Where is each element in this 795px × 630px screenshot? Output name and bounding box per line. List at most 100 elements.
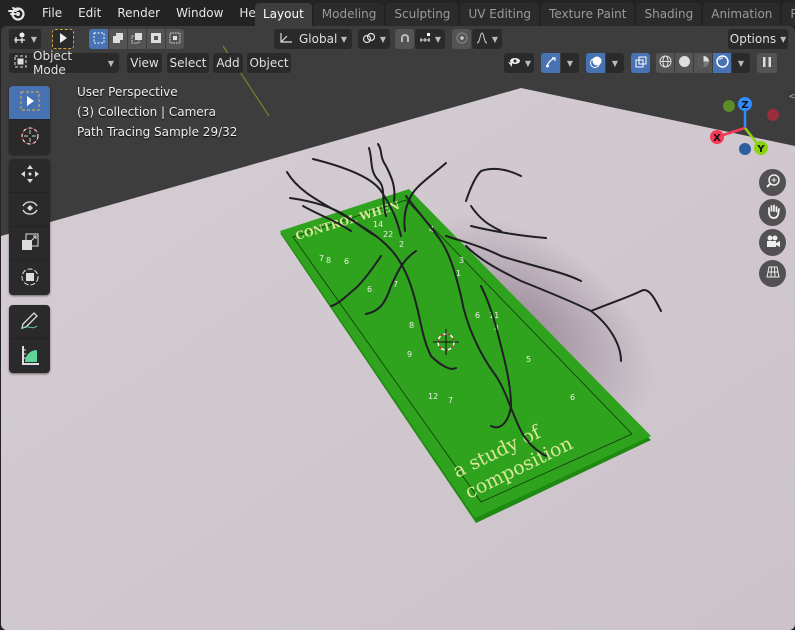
gizmo-x-label: X xyxy=(713,133,721,144)
xray-icon xyxy=(635,56,647,71)
orientation-dropdown[interactable]: ▼ xyxy=(9,29,41,49)
proportional-edit-icon xyxy=(456,32,468,47)
tab-texture-paint[interactable]: Texture Paint xyxy=(541,3,635,26)
pan-view-button[interactable] xyxy=(759,199,786,226)
snap-toggle-button[interactable] xyxy=(395,29,414,49)
board-number: 6 xyxy=(367,285,372,294)
tool-move[interactable] xyxy=(9,159,50,193)
ortho-toggle-button[interactable] xyxy=(759,260,786,287)
tab-rendering[interactable]: Rendering xyxy=(782,3,795,26)
snap-target-dropdown[interactable]: ▼ xyxy=(415,29,445,49)
sidebar-expand-arrow[interactable]: < xyxy=(787,90,795,104)
tool-select-box[interactable] xyxy=(9,86,50,120)
options-dropdown[interactable]: Options ▼ xyxy=(728,29,788,49)
board-number: 6 xyxy=(475,311,480,320)
tab-uv-editing[interactable]: UV Editing xyxy=(460,3,540,26)
tab-sculpting[interactable]: Sculpting xyxy=(386,3,459,26)
tab-layout[interactable]: Layout xyxy=(255,3,312,26)
tool-measure[interactable] xyxy=(9,339,50,373)
overlays-toggle-button[interactable] xyxy=(586,53,605,73)
select-tool-button[interactable] xyxy=(52,29,74,49)
menu-file[interactable]: File xyxy=(34,2,70,24)
gizmo-dropdown[interactable]: ▼ xyxy=(561,53,579,73)
select-mode-intersect-button[interactable] xyxy=(166,29,184,49)
eye-icon xyxy=(507,56,521,71)
gizmo-neg-y[interactable] xyxy=(723,100,735,112)
tool-rotate[interactable] xyxy=(9,193,50,227)
tool-cursor[interactable] xyxy=(9,120,50,154)
shading-dropdown[interactable]: ▼ xyxy=(732,53,750,73)
cursor-arrow-icon xyxy=(58,32,68,47)
select-box-icon xyxy=(19,90,41,115)
menu-window[interactable]: Window xyxy=(168,2,231,24)
visibility-dropdown[interactable]: ▼ xyxy=(504,53,534,73)
board-number: 8 xyxy=(409,321,414,330)
camera-view-button[interactable] xyxy=(759,229,786,256)
transform-orientation-dropdown[interactable]: Global ▼ xyxy=(274,29,352,49)
board-number: 5 xyxy=(526,355,531,364)
select-subtract-icon xyxy=(131,32,143,47)
gizmo-toggle-button[interactable] xyxy=(541,53,560,73)
menu-add[interactable]: Add xyxy=(213,53,243,73)
viewport-header: Object Mode ▼ View Select Add Object ▼ ▼… xyxy=(1,49,795,77)
overlays-icon xyxy=(589,56,602,71)
workspace-tabs: Layout Modeling Sculpting UV Editing Tex… xyxy=(255,3,795,26)
gizmo-neg-z[interactable] xyxy=(739,143,751,155)
transform-icon xyxy=(19,266,41,291)
navigation-gizmo[interactable]: Z X Y xyxy=(701,92,791,162)
select-mode-invert-button[interactable] xyxy=(147,29,165,49)
pivot-point-dropdown[interactable]: ▼ xyxy=(358,29,390,49)
proportional-edit-toggle[interactable] xyxy=(452,29,471,49)
tab-animation[interactable]: Animation xyxy=(703,3,781,26)
board-number: 22 xyxy=(383,230,393,239)
tab-modeling[interactable]: Modeling xyxy=(313,3,385,26)
menu-edit[interactable]: Edit xyxy=(70,2,109,24)
toolbar-group-select xyxy=(9,86,50,154)
blender-logo-icon[interactable] xyxy=(0,0,34,26)
overlays-dropdown[interactable]: ▼ xyxy=(606,53,624,73)
chevron-down-icon: ▼ xyxy=(780,34,787,44)
orientation-icon xyxy=(13,32,27,47)
pause-render-button[interactable] xyxy=(757,53,777,73)
select-mode-set-button[interactable] xyxy=(89,29,108,49)
select-mode-extend-button[interactable] xyxy=(109,29,127,49)
mode-dropdown[interactable]: Object Mode ▼ xyxy=(9,49,119,77)
shading-rendered-button[interactable] xyxy=(713,53,731,73)
select-intersect-icon xyxy=(169,32,181,47)
board-number: 8 xyxy=(326,256,331,265)
camera-icon xyxy=(765,233,781,252)
menu-select[interactable]: Select xyxy=(167,53,209,73)
chevron-down-icon: ▼ xyxy=(524,58,532,68)
tool-scale[interactable] xyxy=(9,227,50,261)
menu-object[interactable]: Object xyxy=(247,53,291,73)
board-number: 9 xyxy=(407,350,412,359)
select-set-icon xyxy=(93,32,105,47)
solid-sphere-icon xyxy=(678,55,691,71)
chevron-down-icon: ▼ xyxy=(340,34,347,44)
gizmo-z-label: Z xyxy=(741,100,748,111)
object-mode-icon xyxy=(14,55,27,71)
shading-solid-button[interactable] xyxy=(675,53,693,73)
shading-wireframe-button[interactable] xyxy=(656,53,674,73)
transform-orientation-value: Global xyxy=(299,32,338,46)
gizmo-neg-x[interactable] xyxy=(767,109,779,121)
gizmo-arrow-icon xyxy=(545,56,557,71)
hand-icon xyxy=(765,203,781,222)
shading-material-button[interactable] xyxy=(694,53,712,73)
zoom-view-button[interactable] xyxy=(759,169,786,196)
tool-annotate[interactable] xyxy=(9,305,50,339)
3d-cursor-icon xyxy=(19,125,41,150)
menu-view[interactable]: View xyxy=(127,53,162,73)
rotate-icon xyxy=(19,197,41,222)
toolbar-group-annotate xyxy=(9,305,50,373)
xray-toggle-button[interactable] xyxy=(631,53,650,73)
select-mode-subtract-button[interactable] xyxy=(128,29,146,49)
tool-transform[interactable] xyxy=(9,261,50,295)
magnet-icon xyxy=(399,32,411,47)
tab-shading[interactable]: Shading xyxy=(636,3,702,26)
proportional-falloff-dropdown[interactable]: ▼ xyxy=(472,29,502,49)
move-arrows-icon xyxy=(19,163,41,188)
3d-viewport[interactable]: CONTROL WHEN a study of composition 7 8 … xyxy=(1,26,795,630)
board-number: 6 xyxy=(344,257,349,266)
menu-render[interactable]: Render xyxy=(109,2,168,24)
